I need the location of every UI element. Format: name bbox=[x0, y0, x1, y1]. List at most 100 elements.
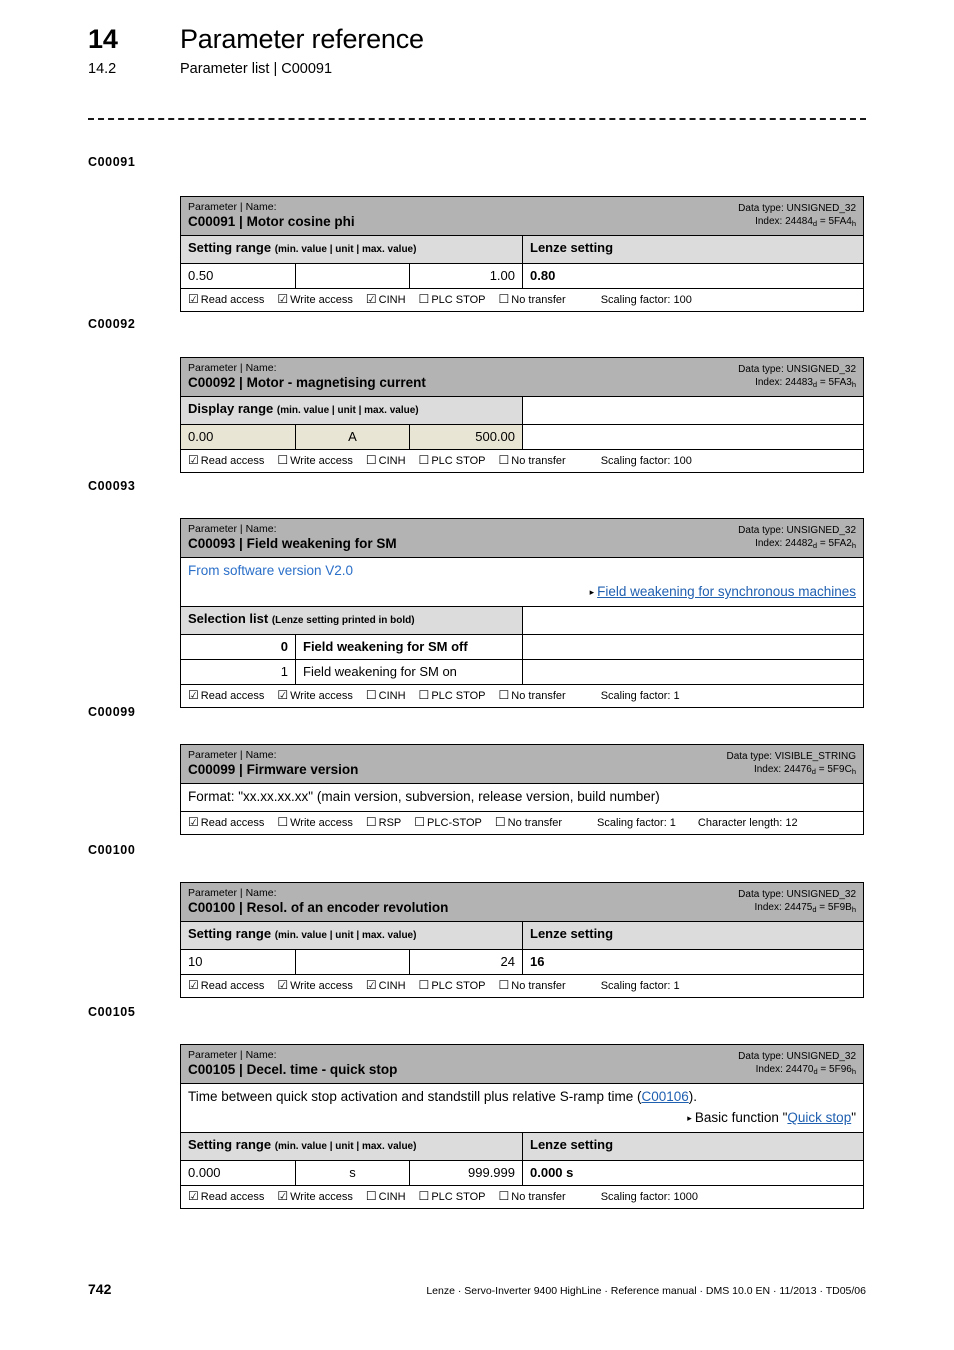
access-flag-label: Read access bbox=[200, 980, 265, 992]
access-flag-label: Write access bbox=[290, 980, 353, 992]
access-flag: ☐ PLC STOP bbox=[419, 978, 486, 994]
range-header-cell: Display range (min. value | unit | max. … bbox=[181, 397, 523, 424]
param-datatype-info: Data type: UNSIGNED_32 Index: 24470d = 5… bbox=[738, 1049, 856, 1076]
access-flag: ☑ Read access bbox=[188, 978, 264, 994]
selection-header-cell: Selection list (Lenze setting printed in… bbox=[181, 607, 523, 635]
access-flag-label: Read access bbox=[200, 294, 265, 306]
checkbox-checked-icon: ☑ bbox=[188, 688, 199, 703]
min-value: 0.000 bbox=[181, 1161, 296, 1186]
margin-label-c00100: C00100 bbox=[88, 843, 136, 857]
access-flag: ☐ PLC STOP bbox=[419, 453, 486, 469]
checkbox-checked-icon: ☑ bbox=[277, 1189, 289, 1204]
cross-reference-link[interactable]: Field weakening for synchronous machines bbox=[597, 584, 856, 599]
empty-header-cell bbox=[523, 397, 863, 424]
checkbox-checked-icon: ☑ bbox=[277, 978, 289, 992]
section-heading: 14.2 Parameter list | C00091 bbox=[88, 61, 868, 77]
param-index: Index: 24476d = 5F9Ch bbox=[753, 764, 856, 776]
selection-text: Field weakening for SM on bbox=[296, 660, 523, 685]
checkbox-unchecked-icon: ☐ bbox=[414, 815, 426, 829]
checkbox-unchecked-icon: ☐ bbox=[418, 1189, 430, 1204]
param-block-c00092: Parameter | Name: C00092 | Motor - magne… bbox=[180, 357, 864, 473]
access-flag: ☑ CINH bbox=[366, 978, 406, 994]
access-flag: ☑ Read access bbox=[188, 688, 264, 704]
checkbox-checked-icon: ☑ bbox=[365, 978, 377, 992]
checkbox-unchecked-icon: ☐ bbox=[498, 688, 510, 703]
range-subheader: Setting range (min. value | unit | max. … bbox=[181, 922, 863, 950]
checkbox-checked-icon: ☑ bbox=[188, 815, 199, 829]
value-row: 0.50 1.00 0.80 bbox=[181, 264, 863, 289]
scaling-factor: Scaling factor: 100 bbox=[600, 293, 692, 306]
access-flag-label: PLC-STOP bbox=[427, 817, 482, 829]
description-text: Time between quick stop activation and s… bbox=[188, 1089, 697, 1104]
access-flag-label: PLC STOP bbox=[431, 455, 486, 467]
access-flag: ☐ No transfer bbox=[499, 292, 566, 308]
range-header-cell: Setting range (min. value | unit | max. … bbox=[181, 236, 523, 263]
checkbox-checked-icon: ☑ bbox=[277, 688, 289, 703]
access-flag: ☑ Read access bbox=[188, 453, 264, 469]
access-flag-label: No transfer bbox=[511, 980, 566, 992]
param-index: Index: 24483d = 5FA3h bbox=[755, 377, 856, 389]
access-flag-label: PLC STOP bbox=[431, 980, 486, 992]
param-block-c00105: Parameter | Name: C00105 | Decel. time -… bbox=[180, 1044, 864, 1210]
checkbox-unchecked-icon: ☐ bbox=[498, 978, 510, 992]
checkbox-unchecked-icon: ☐ bbox=[418, 978, 430, 992]
param-block-c00093: Parameter | Name: C00093 | Field weakeni… bbox=[180, 518, 864, 709]
param-datatype-info: Data type: UNSIGNED_32 Index: 24484d = 5… bbox=[738, 201, 856, 228]
lenze-value: 16 bbox=[530, 954, 545, 969]
selection-code: 0 bbox=[181, 635, 296, 660]
access-flag-label: Read access bbox=[200, 817, 265, 829]
checkbox-unchecked-icon: ☐ bbox=[365, 453, 377, 467]
software-version-note: From software version V2.0 bbox=[188, 563, 354, 578]
param-title-bar: Parameter | Name: C00105 | Decel. time -… bbox=[181, 1045, 863, 1084]
access-flag: ☐ No transfer bbox=[499, 688, 566, 704]
access-flag-label: PLC STOP bbox=[431, 294, 486, 306]
access-flag-label: No transfer bbox=[507, 817, 563, 829]
param-title: C00093 | Field weakening for SM bbox=[188, 536, 397, 551]
basic-function-link[interactable]: Quick stop bbox=[787, 1110, 851, 1125]
access-row: ☑ Read access ☐ Write access ☐ CINH ☐ PLC STOP ☐… bbox=[181, 450, 863, 472]
access-flag: ☑ Write access bbox=[277, 688, 353, 704]
format-description-row: Format: "xx.xx.xx.xx" (main version, sub… bbox=[181, 784, 863, 812]
access-flag-label: Read access bbox=[200, 690, 265, 703]
header-divider bbox=[88, 118, 866, 120]
access-row: ☑ Read access ☑ Write access ☐ CINH ☐ PLC STOP ☐… bbox=[181, 1186, 863, 1208]
access-flag-label: CINH bbox=[378, 1191, 406, 1204]
unit-value: A bbox=[296, 425, 410, 449]
param-block-c00091: Parameter | Name: C00091 | Motor cosine … bbox=[180, 196, 864, 312]
param-datatype: Data type: VISIBLE_STRING bbox=[726, 751, 857, 762]
selection-row: 0 Field weakening for SM off bbox=[181, 635, 863, 661]
margin-label-c00093: C00093 bbox=[88, 479, 136, 493]
chapter-number: 14 bbox=[88, 24, 118, 54]
selection-row: 1 Field weakening for SM on bbox=[181, 660, 863, 686]
value-row: 0.000 s 999.999 0.000 s bbox=[181, 1161, 863, 1187]
empty-header-cell bbox=[523, 607, 863, 635]
software-version-note-row: From software version V2.0 ▸ Field weaken… bbox=[181, 558, 863, 608]
param-title: C00091 | Motor cosine phi bbox=[188, 214, 355, 229]
checkbox-unchecked-icon: ☐ bbox=[498, 1189, 510, 1204]
value-row: 0.00 A 500.00 bbox=[181, 425, 863, 450]
checkbox-checked-icon: ☑ bbox=[188, 1189, 199, 1204]
access-flag-label: Write access bbox=[290, 455, 353, 467]
param-title: C00100 | Resol. of an encoder revolution bbox=[188, 900, 449, 915]
param-title-bar: Parameter | Name: C00091 | Motor cosine … bbox=[181, 197, 863, 236]
access-row: ☑ Read access ☑ Write access ☐ CINH ☐ PLC STOP ☐… bbox=[181, 685, 863, 707]
access-flag-label: No transfer bbox=[511, 455, 566, 467]
param-index: Index: 24482d = 5FA2h bbox=[755, 538, 856, 550]
access-flag-label: No transfer bbox=[511, 294, 566, 306]
value-row: 10 24 16 bbox=[181, 950, 863, 975]
access-flag: ☐ CINH bbox=[366, 453, 406, 469]
parameter-link-c00106[interactable]: C00106 bbox=[641, 1089, 688, 1104]
checkbox-unchecked-icon: ☐ bbox=[365, 815, 377, 829]
access-flag-label: PLC STOP bbox=[431, 690, 486, 703]
cross-reference-line: ▸ Field weakening for synchronous machine… bbox=[188, 583, 856, 601]
access-flag: ☑ Read access bbox=[188, 292, 264, 308]
checkbox-checked-icon: ☑ bbox=[277, 292, 289, 306]
access-flag: ☑ Write access bbox=[277, 292, 353, 308]
basic-function-line: ▸ Basic function "Quick stop" bbox=[687, 1110, 856, 1125]
checkbox-unchecked-icon: ☐ bbox=[498, 292, 510, 306]
param-block-c00100: Parameter | Name: C00100 | Resol. of an … bbox=[180, 882, 864, 998]
param-index: Index: 24475d = 5F9Bh bbox=[754, 902, 856, 914]
access-flag-label: Read access bbox=[200, 1191, 265, 1204]
param-name-caption: Parameter | Name: bbox=[188, 1049, 277, 1061]
min-value: 10 bbox=[181, 950, 296, 974]
